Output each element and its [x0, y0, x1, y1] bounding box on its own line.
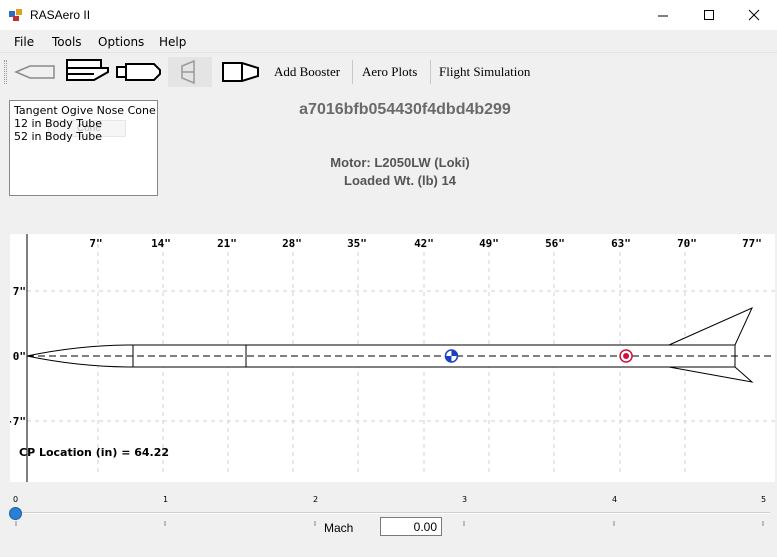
mach-tick-label: 1	[163, 495, 169, 504]
window-title: RASAero II	[30, 8, 91, 22]
menu-help[interactable]: Help	[159, 35, 186, 49]
menu-bar: File Tools Options Help	[0, 30, 777, 52]
toolbar-grip[interactable]	[4, 60, 7, 84]
mach-tick-label: 3	[462, 495, 468, 504]
minimize-icon	[658, 15, 668, 17]
boattail-icon[interactable]	[220, 58, 262, 86]
y-tick-label: 0"	[13, 350, 26, 363]
rocket-outline	[26, 307, 754, 383]
x-tick-label: 35"	[347, 237, 367, 250]
rocket-diagram: 7" 14" 21" 28" 35" 42" 49" 56" 63" 70" 7…	[10, 234, 775, 482]
minimize-button[interactable]	[640, 0, 686, 30]
body-tube-icon[interactable]	[64, 58, 110, 86]
cp-marker	[619, 349, 633, 363]
upper-fin	[668, 307, 754, 346]
y-tick-label: 7"	[13, 285, 26, 298]
x-tick-label: 63"	[611, 237, 631, 250]
title-bar: RASAero II	[0, 0, 777, 30]
y-tick-label: -7"	[10, 415, 26, 428]
x-tick-label: 14"	[151, 237, 171, 250]
menu-tools[interactable]: Tools	[52, 35, 82, 49]
maximize-icon	[704, 10, 714, 20]
mach-label: Mach	[324, 521, 354, 535]
menu-options[interactable]: Options	[98, 35, 144, 49]
cg-marker	[444, 349, 459, 363]
add-booster-button[interactable]: Add Booster	[274, 64, 340, 80]
loaded-weight-label: Loaded Wt. (lb) 14	[344, 173, 456, 188]
flight-simulation-button[interactable]: Flight Simulation	[439, 64, 530, 80]
toolbar-separator	[352, 60, 353, 84]
booster-icon[interactable]	[114, 58, 162, 86]
motor-label: Motor: L2050LW (Loki)	[330, 155, 470, 170]
list-item[interactable]: 12 in Body Tube	[14, 117, 102, 130]
x-tick-label: 56"	[545, 237, 565, 250]
menu-file[interactable]: File	[14, 35, 34, 49]
mach-tick-label: 4	[612, 495, 618, 504]
lower-fin	[668, 366, 754, 383]
x-tick-label: 77"	[742, 237, 762, 250]
close-button[interactable]	[731, 0, 777, 30]
x-tick-label: 42"	[414, 237, 434, 250]
toolbar-separator	[430, 60, 431, 84]
x-tick-label: 70"	[677, 237, 697, 250]
list-item[interactable]: Tangent Ogive Nose Cone	[14, 104, 156, 117]
close-icon	[748, 9, 760, 21]
mach-tick-label: 5	[761, 495, 767, 504]
component-list[interactable]: Tangent Ogive Nose Cone Cone 12 in Body …	[9, 100, 158, 196]
mach-input[interactable]: 0.00	[380, 517, 442, 536]
x-tick-label: 28"	[282, 237, 302, 250]
toolbar: Add Booster Aero Plots Flight Simulation	[0, 52, 777, 90]
x-tick-label: 49"	[479, 237, 499, 250]
mach-tick-label: 0	[13, 495, 19, 504]
maximize-button[interactable]	[686, 0, 732, 30]
list-item[interactable]: 52 in Body Tube	[14, 130, 102, 143]
mach-slider-track[interactable]	[12, 512, 770, 514]
cp-location-label: CP Location (in) = 64.22	[19, 446, 170, 459]
mach-tick-label: 2	[313, 495, 319, 504]
x-tick-label: 21"	[217, 237, 237, 250]
rocket-name: a7016bfb054430f4dbd4b299	[299, 101, 511, 118]
mach-slider-thumb[interactable]	[9, 507, 22, 520]
aero-plots-button[interactable]: Aero Plots	[362, 64, 417, 80]
app-icon	[9, 9, 22, 21]
rocket-diagram-canvas: 7" 14" 21" 28" 35" 42" 49" 56" 63" 70" 7…	[10, 234, 775, 482]
nose-cone-icon[interactable]	[12, 58, 58, 86]
fin-can-icon[interactable]	[172, 58, 208, 86]
x-tick-label: 7"	[89, 237, 102, 250]
